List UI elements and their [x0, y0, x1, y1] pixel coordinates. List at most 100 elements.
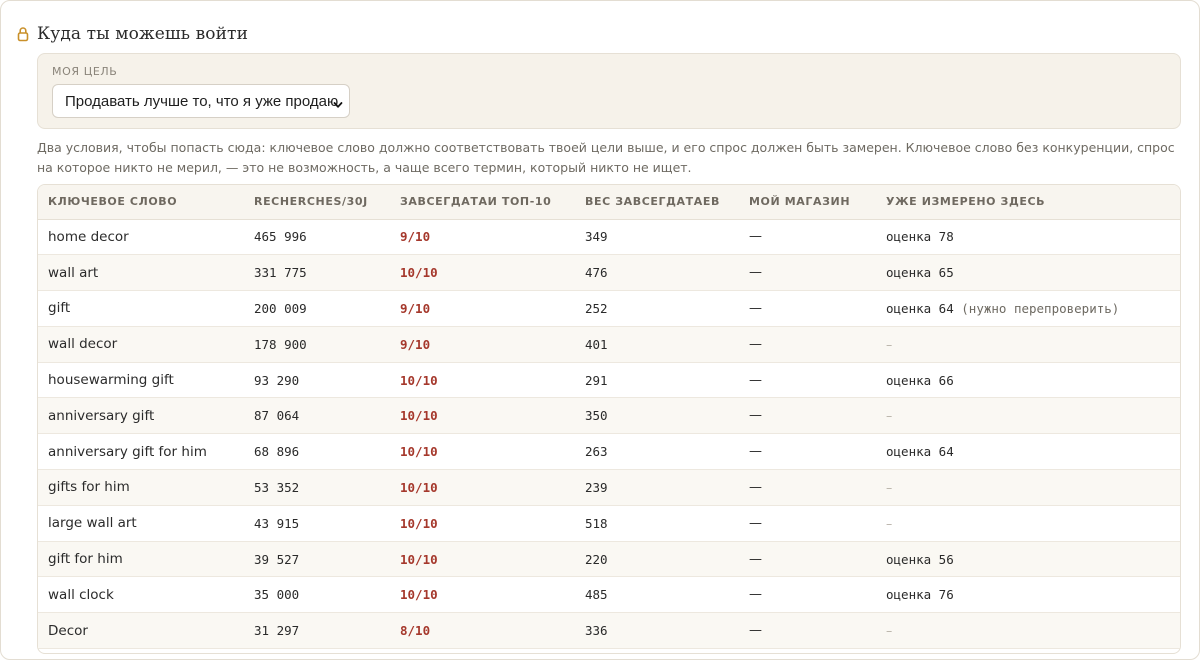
table-row[interactable]: gift for him 39 527 10/10 220— оценка 56 — [38, 541, 1180, 578]
table-row[interactable]: wall art 331 775 10/10 476— оценка 65 — [38, 254, 1180, 292]
col-header-keyword[interactable]: КЛЮЧЕВОЕ СЛОВО — [38, 185, 244, 220]
cell-searches: 465 996 — [244, 219, 390, 256]
cell-regulars: 8/10 — [390, 612, 575, 650]
cell-measured: – — [876, 326, 1180, 363]
cell-regulars: 10/10 — [390, 505, 575, 542]
col-header-measured[interactable]: УЖЕ ИЗМЕРЕНО ЗДЕСЬ — [876, 185, 1180, 220]
table-row[interactable]: housewarming gift 93 290 10/10 291— оценка 6… — [38, 362, 1180, 399]
cell-measured: – — [876, 505, 1180, 542]
measured-score: оценка 66 — [886, 372, 954, 388]
measured-score: оценка 76 — [886, 587, 954, 603]
cell-searches: 87 064 — [244, 397, 390, 435]
cell-shop: — — [739, 541, 876, 578]
col-header-searches[interactable]: RECHERCHES/30J — [244, 185, 390, 220]
cell-searches: 93 290 — [244, 362, 390, 399]
table-row[interactable]: wall decor 178 900 9/10 401— – — [38, 326, 1180, 363]
cell-shop: — — [739, 254, 876, 292]
cell-measured: оценка 64 — [876, 433, 1180, 471]
cell-measured: оценка 65 — [876, 254, 1180, 292]
keywords-table: КЛЮЧЕВОЕ СЛОВО RECHERCHES/30J ЗАВСЕГДАТА… — [37, 184, 1181, 654]
cell-keyword: anniversary gift for him — [38, 433, 244, 471]
cell-searches: 31 297 — [244, 612, 390, 650]
table-row[interactable]: anniversary gift for him 68 896 10/10 263— о… — [38, 433, 1180, 471]
cell-keyword: home decor — [38, 219, 244, 256]
measured-score: оценка 56 — [886, 551, 954, 567]
cell-regulars: 10/10 — [390, 397, 575, 435]
cell-shop: — — [739, 362, 876, 399]
measured-note: (нужно перепроверить) — [961, 300, 1120, 316]
cell-measured: оценка 78 — [876, 219, 1180, 256]
cell-searches: 43 915 — [244, 505, 390, 542]
lock-icon — [17, 26, 29, 42]
cell-shop: — — [739, 469, 876, 506]
cell-measured: оценка 76 — [876, 576, 1180, 614]
cell-measured: оценка 64 (нужно перепроверить) — [876, 290, 1180, 327]
cell-measured: – — [876, 612, 1180, 650]
col-header-weight[interactable]: ВЕС ЗАВСЕГДАТАЕВ — [575, 185, 739, 220]
cell-searches: 68 896 — [244, 433, 390, 471]
cell-shop: — — [739, 219, 876, 256]
cell-weight: 518 — [575, 505, 739, 542]
cell-regulars: 10/10 — [390, 541, 575, 578]
cell-searches: 53 352 — [244, 469, 390, 506]
chevron-down-icon — [333, 97, 343, 108]
cell-measured: оценка 66 — [876, 362, 1180, 399]
table-row[interactable]: gift 200 009 9/10 252— оценка 64 (нужно пере… — [38, 290, 1180, 327]
goal-select[interactable]: Продавать лучше то, что я уже продаю — [52, 84, 350, 118]
table-row[interactable]: wall clock 35 000 10/10 485— оценка 76 — [38, 576, 1180, 614]
cell-keyword: wall decor — [38, 326, 244, 363]
cell-regulars: 10/10 — [390, 469, 575, 506]
cell-keyword: gifts for him — [38, 469, 244, 506]
measured-empty: – — [886, 479, 893, 495]
cell-regulars: 10/10 — [390, 254, 575, 292]
cell-regulars: 10/10 — [390, 576, 575, 614]
cell-weight: 239 — [575, 469, 739, 506]
goal-select-value: Продавать лучше то, что я уже продаю — [65, 92, 339, 110]
table-row[interactable]: gifts for him 53 352 10/10 239— – — [38, 469, 1180, 506]
cell-regulars: 9/10 — [390, 326, 575, 363]
cell-weight: 291 — [575, 362, 739, 399]
cell-regulars: 10/10 — [390, 362, 575, 399]
cell-searches: 331 775 — [244, 254, 390, 292]
cell-keyword: gift for him — [38, 541, 244, 578]
cell-shop: — — [739, 397, 876, 435]
goal-box: МОЯ ЦЕЛЬ Продавать лучше то, что я уже п… — [37, 53, 1181, 129]
cell-regulars: 10/10 — [390, 433, 575, 471]
cell-searches: 35 000 — [244, 576, 390, 614]
measured-empty: – — [886, 623, 893, 639]
cell-weight: 476 — [575, 254, 739, 292]
measured-score: оценка 64 — [886, 444, 954, 460]
measured-score: оценка 64 — [886, 300, 954, 316]
col-header-regulars[interactable]: ЗАВСЕГДАТАИ ТОП-10 — [390, 185, 575, 220]
cell-keyword: wall clock — [38, 576, 244, 614]
section-title: Куда ты можешь войти — [37, 24, 248, 44]
col-header-shop[interactable]: МОЙ МАГАЗИН — [739, 185, 876, 220]
measured-empty: – — [886, 336, 893, 352]
section-header: Куда ты можешь войти — [17, 21, 248, 47]
table-row[interactable]: large wall art 43 915 10/10 518— – — [38, 505, 1180, 542]
table-header-row: КЛЮЧЕВОЕ СЛОВО RECHERCHES/30J ЗАВСЕГДАТА… — [38, 185, 1180, 220]
table-row[interactable]: Decor 31 297 8/10 336— – — [38, 612, 1180, 650]
cell-keyword: wall art — [38, 254, 244, 292]
cell-measured: оценка 56 — [876, 541, 1180, 578]
cell-shop: — — [739, 433, 876, 471]
cell-weight: 263 — [575, 433, 739, 471]
hint-text: Два условия, чтобы попасть сюда: ключево… — [37, 140, 1175, 175]
cell-weight: 336 — [575, 612, 739, 650]
cell-keyword: large wall art — [38, 505, 244, 542]
cell-searches: 178 900 — [244, 326, 390, 363]
cell-keyword: housewarming gift — [38, 362, 244, 399]
cell-shop: — — [739, 326, 876, 363]
table-row[interactable]: home decor 465 996 9/10 349— оценка 78 — [38, 219, 1180, 256]
cell-regulars: 9/10 — [390, 290, 575, 327]
cell-weight: 485 — [575, 576, 739, 614]
cell-shop: — — [739, 505, 876, 542]
measured-score: оценка 78 — [886, 229, 954, 245]
measured-empty: – — [886, 515, 893, 531]
goal-label: МОЯ ЦЕЛЬ — [52, 65, 118, 78]
cell-searches: 39 527 — [244, 541, 390, 578]
table-row[interactable]: anniversary gift 87 064 10/10 350— – — [38, 397, 1180, 435]
cell-weight: 349 — [575, 219, 739, 256]
cell-weight: 401 — [575, 326, 739, 363]
cell-measured: – — [876, 397, 1180, 435]
